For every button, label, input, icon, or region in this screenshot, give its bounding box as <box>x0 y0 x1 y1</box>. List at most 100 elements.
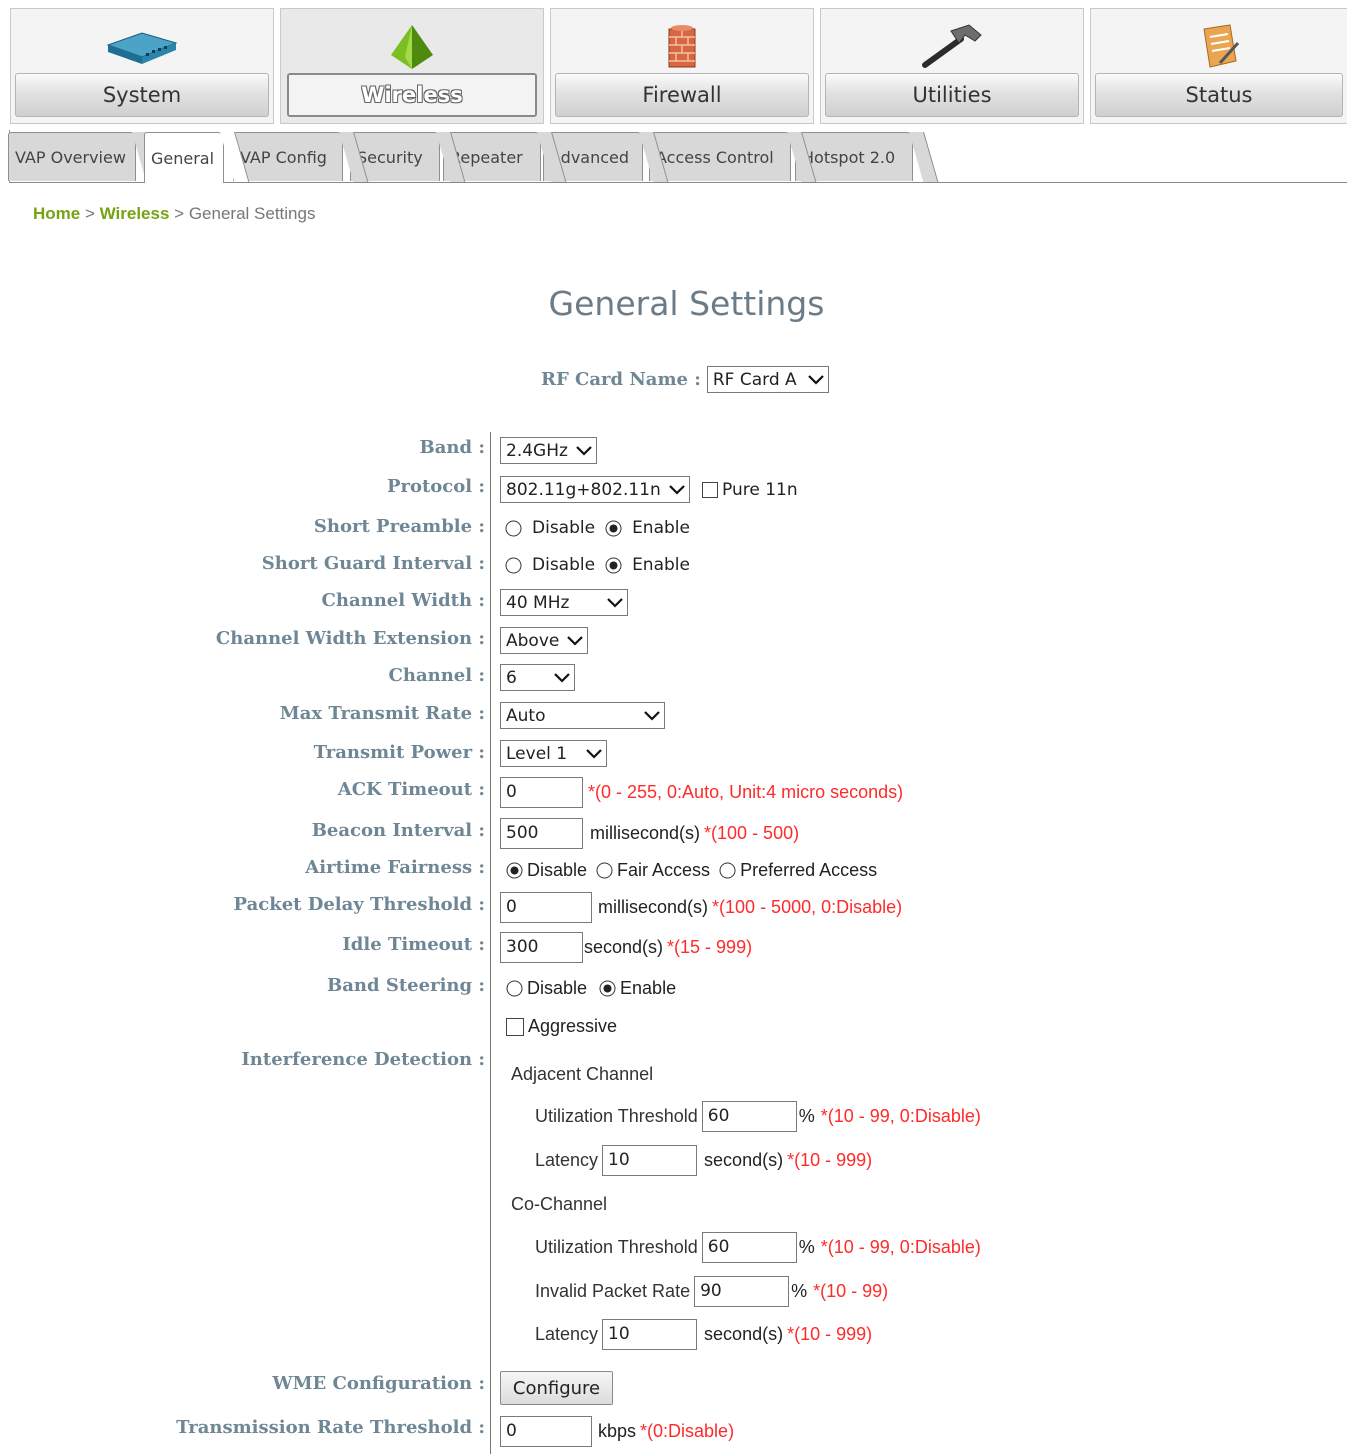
wme-row: Configure <box>500 1371 613 1405</box>
co-latency-input[interactable]: 10 <box>602 1319 698 1350</box>
tab-label: Repeater <box>450 147 523 167</box>
adjacent-latency-hint: *(10 - 999) <box>787 1150 873 1170</box>
co-util-row: Utilization Threshold 60 % *(10 - 99, 0:… <box>535 1232 981 1263</box>
airtime-disable-radio[interactable] <box>506 862 523 879</box>
nav-firewall-label[interactable]: Firewall <box>555 73 809 117</box>
radio-label: Disable <box>532 555 596 575</box>
band-steering-label: Band Steering : <box>327 975 485 996</box>
channel-width-ext-row: Above <box>500 627 588 654</box>
interference-label: Interference Detection : <box>241 1049 485 1070</box>
nav-status[interactable]: Status <box>1090 8 1347 124</box>
short-preamble-disable-radio[interactable] <box>505 520 522 537</box>
channel-width-value: 40 MHz <box>506 592 570 613</box>
tx-rate-threshold-hint: *(0:Disable) <box>640 1421 735 1441</box>
nav-utilities-label[interactable]: Utilities <box>825 73 1079 117</box>
ack-timeout-input[interactable]: 0 <box>500 777 583 808</box>
nav-firewall[interactable]: Firewall <box>550 8 814 124</box>
adjacent-util-input[interactable]: 60 <box>701 1101 797 1132</box>
tab-label: Access Control <box>656 147 774 167</box>
tab-vap-config[interactable]: VAP Config <box>233 132 369 182</box>
tab-label: Advanced <box>550 147 630 167</box>
packet-delay-input[interactable]: 0 <box>500 892 592 923</box>
pure-11n-checkbox[interactable] <box>702 481 718 498</box>
firewall-brick-icon <box>551 17 813 77</box>
co-util-input[interactable]: 60 <box>701 1232 797 1263</box>
tab-label: General <box>151 148 215 168</box>
co-latency-row: Latency 10 second(s) *(10 - 999) <box>535 1319 872 1350</box>
tx-power-value: Level 1 <box>506 743 568 764</box>
tx-rate-threshold-label: Transmission Rate Threshold : <box>176 1417 485 1438</box>
channel-width-label: Channel Width : <box>321 590 485 611</box>
tab-label: Hotspot 2.0 <box>802 147 896 167</box>
breadcrumb-home-link[interactable]: Home <box>33 204 80 223</box>
rf-card-select[interactable]: RF Card A <box>706 366 829 393</box>
channel-width-select[interactable]: 40 MHz <box>500 589 628 616</box>
airtime-label: Airtime Fairness : <box>305 857 485 878</box>
breadcrumb-separator: > <box>174 204 185 223</box>
short-preamble-row: Disable Enable <box>505 518 690 538</box>
ack-timeout-hint: *(0 - 255, 0:Auto, Unit:4 micro seconds) <box>588 782 904 802</box>
airtime-preferred-access-radio[interactable] <box>719 862 736 879</box>
packet-delay-unit: millisecond(s) <box>598 897 709 917</box>
short-guard-enable-radio[interactable] <box>605 557 622 574</box>
breadcrumb-current: General Settings <box>188 204 316 223</box>
tab-general[interactable]: General <box>144 132 250 183</box>
breadcrumb-wireless-link[interactable]: Wireless <box>100 204 170 223</box>
page-title: General Settings <box>548 284 825 323</box>
channel-row: 6 <box>500 664 575 691</box>
adjacent-latency-input[interactable]: 10 <box>602 1145 698 1176</box>
nav-utilities[interactable]: Utilities <box>820 8 1084 124</box>
co-invalid-hint: *(10 - 99) <box>813 1281 889 1301</box>
nav-system[interactable]: System <box>10 8 274 124</box>
protocol-select[interactable]: 802.11g+802.11n <box>500 476 690 503</box>
channel-select[interactable]: 6 <box>500 664 575 691</box>
max-rate-select[interactable]: Auto <box>500 702 665 729</box>
rf-card-label: RF Card Name : <box>541 369 701 390</box>
band-select[interactable]: 2.4GHz <box>500 437 597 464</box>
aggressive-checkbox[interactable] <box>506 1017 524 1036</box>
nav-wireless-label[interactable]: Wireless <box>287 73 537 117</box>
tx-power-row: Level 1 <box>500 740 607 767</box>
short-preamble-enable-radio[interactable] <box>605 520 622 537</box>
co-latency-hint: *(10 - 999) <box>787 1324 873 1344</box>
idle-timeout-input[interactable]: 300 <box>500 932 583 963</box>
band-steering-disable-radio[interactable] <box>506 980 523 997</box>
co-latency-label: Latency <box>535 1324 599 1344</box>
tab-access-control[interactable]: Access Control <box>649 132 817 182</box>
beacon-row: 500 millisecond(s) *(100 - 500) <box>500 818 799 849</box>
tx-rate-threshold-input[interactable]: 0 <box>500 1416 592 1447</box>
channel-width-row: 40 MHz <box>500 589 628 616</box>
rf-card-row: RF Card Name : RF Card A <box>541 366 829 393</box>
max-rate-label: Max Transmit Rate : <box>279 703 485 724</box>
adjacent-util-hint: *(10 - 99, 0:Disable) <box>820 1106 981 1126</box>
protocol-row: 802.11g+802.11n Pure 11n <box>500 476 798 503</box>
airtime-fair-access-radio[interactable] <box>596 862 613 879</box>
aggressive-row: Aggressive <box>506 1016 617 1037</box>
radio-label: Enable <box>632 555 690 575</box>
protocol-label: Protocol : <box>386 476 485 497</box>
tab-vap-overview[interactable]: VAP Overview <box>8 132 162 182</box>
nav-system-label[interactable]: System <box>15 73 269 117</box>
channel-width-ext-select[interactable]: Above <box>500 627 588 654</box>
co-invalid-input[interactable]: 90 <box>694 1276 790 1307</box>
radio-label: Fair Access <box>617 860 711 880</box>
nav-status-label[interactable]: Status <box>1095 73 1343 117</box>
configure-button[interactable]: Configure <box>500 1371 613 1405</box>
nav-wireless[interactable]: Wireless <box>280 8 544 124</box>
adjacent-util-label: Utilization Threshold <box>535 1106 698 1126</box>
co-invalid-unit: % <box>791 1281 808 1301</box>
band-steering-enable-radio[interactable] <box>599 980 616 997</box>
chevron-down-icon <box>644 710 660 721</box>
tx-power-select[interactable]: Level 1 <box>500 740 607 767</box>
protocol-value: 802.11g+802.11n <box>506 479 661 500</box>
airtime-row: Disable Fair Access Preferred Access <box>506 860 877 881</box>
adjacent-latency-row: Latency 10 second(s) *(10 - 999) <box>535 1145 872 1176</box>
adjacent-util-row: Utilization Threshold 60 % *(10 - 99, 0:… <box>535 1101 981 1132</box>
beacon-input[interactable]: 500 <box>500 818 583 849</box>
co-util-label: Utilization Threshold <box>535 1237 698 1257</box>
channel-width-ext-label: Channel Width Extension : <box>215 628 485 649</box>
form-divider <box>490 432 491 1454</box>
short-guard-disable-radio[interactable] <box>505 557 522 574</box>
tab-label: VAP Config <box>240 147 327 167</box>
co-invalid-label: Invalid Packet Rate <box>535 1281 691 1301</box>
